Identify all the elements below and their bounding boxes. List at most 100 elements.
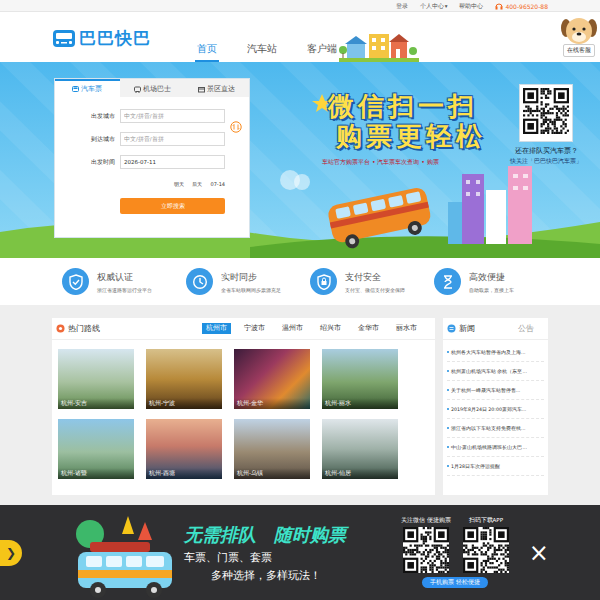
content: 热门路线杭州市宁波市温州市绍兴市金华市丽水市杭州-安吉杭州-宁波杭州-金华杭州-… bbox=[52, 305, 548, 495]
bullet bbox=[447, 351, 449, 353]
feature-text: 支付安全支付宝、微信支付安全保障 bbox=[345, 271, 405, 293]
feature-badge bbox=[310, 268, 337, 295]
online-service[interactable]: 在线客服 bbox=[560, 14, 598, 57]
route-card[interactable]: 杭州-仙居 bbox=[322, 419, 398, 479]
city-tab[interactable]: 丽水市 bbox=[392, 323, 421, 334]
airport-bus-icon bbox=[134, 86, 141, 93]
city-tab[interactable]: 绍兴市 bbox=[316, 323, 345, 334]
feature-text: 高效便捷自助取票，直接上车 bbox=[469, 271, 514, 293]
city-tabs: 杭州市宁波市温州市绍兴市金华市丽水市 bbox=[202, 323, 421, 334]
news-title[interactable]: 杭州各大汽车站暂停省内及上海... bbox=[451, 349, 525, 355]
news-title[interactable]: 2019年8月24日 20:00萧郊汽车... bbox=[451, 406, 526, 412]
bullet bbox=[447, 446, 449, 448]
news-item[interactable]: 浙江省内以下车站支持免费在线... bbox=[447, 419, 544, 438]
qr-follow: 快关注「巴巴快巴汽车票」 bbox=[510, 158, 582, 165]
news-title[interactable]: 杭州萧山机场汽车站 余杭（东至... bbox=[451, 368, 527, 374]
news-title[interactable]: 1月28日车次停运提醒 bbox=[451, 463, 500, 469]
feature-badge bbox=[62, 268, 89, 295]
news-item[interactable]: 杭州各大汽车站暂停省内及上海... bbox=[447, 343, 544, 362]
route-card[interactable]: 杭州-西塘 bbox=[146, 419, 222, 479]
wechat-qr-code-icon bbox=[403, 527, 449, 573]
top-link-label[interactable]: 登录 bbox=[396, 3, 408, 10]
search-field-input[interactable] bbox=[120, 109, 225, 123]
quick-date[interactable]: 明天 bbox=[174, 181, 184, 187]
route-caption[interactable]: 杭州-宁波 bbox=[146, 398, 222, 409]
routes-title: 热门路线 bbox=[68, 323, 100, 334]
feature-title: 权威认证 bbox=[97, 271, 152, 284]
top-link[interactable]: 帮助中心 bbox=[459, 3, 483, 10]
city-tab[interactable]: 金华市 bbox=[354, 323, 383, 334]
top-link[interactable]: 登录 bbox=[396, 3, 408, 10]
search-field-input[interactable] bbox=[120, 132, 225, 146]
logo[interactable]: 巴巴快巴 bbox=[52, 27, 151, 50]
route-caption[interactable]: 杭州-西塘 bbox=[146, 468, 222, 479]
search-tab[interactable]: 汽车票 bbox=[55, 79, 120, 97]
city-tab[interactable]: 杭州市 bbox=[202, 323, 231, 334]
news-item[interactable]: 1月28日车次停运提醒 bbox=[447, 457, 544, 476]
route-caption[interactable]: 杭州-仙居 bbox=[322, 468, 398, 479]
caret-icon[interactable]: ▾ bbox=[445, 3, 448, 9]
nav-item[interactable]: 首页 bbox=[195, 43, 219, 62]
search-tab-label[interactable]: 机场巴士 bbox=[143, 85, 171, 94]
quick-date[interactable]: 07-14 bbox=[210, 181, 225, 187]
mobile-buy-pill[interactable]: 手机购票 轻松便捷 bbox=[422, 577, 488, 588]
route-caption[interactable]: 杭州-安吉 bbox=[58, 398, 134, 409]
nav-item[interactable]: 客户端 bbox=[305, 43, 339, 62]
bus-icon bbox=[72, 86, 79, 93]
close-button[interactable]: × bbox=[529, 541, 549, 565]
top-link-label[interactable]: 个人中心 bbox=[420, 3, 444, 10]
route-caption[interactable]: 杭州-丽水 bbox=[322, 398, 398, 409]
route-card[interactable]: 杭州-诸暨 bbox=[58, 419, 134, 479]
feature-badge bbox=[434, 268, 461, 295]
route-card[interactable]: 杭州-丽水 bbox=[322, 349, 398, 409]
promo-headline: 微信扫一扫购票更轻松车站官方购票平台 • 汽车票车次查询 • 购票 bbox=[250, 78, 500, 238]
search-form: 出发城市到达城市出发时间明天后天07-14立即搜索 bbox=[55, 97, 249, 214]
search-tab-label[interactable]: 汽车票 bbox=[81, 85, 102, 94]
news-item[interactable]: 中山·萧山机场线路调班长山大巴... bbox=[447, 438, 544, 457]
route-caption[interactable]: 杭州-诸暨 bbox=[58, 468, 134, 479]
news-title[interactable]: 中山·萧山机场线路调班长山大巴... bbox=[451, 444, 527, 450]
news-item[interactable]: 2019年8月24日 20:00萧郊汽车... bbox=[447, 400, 544, 419]
search-tabs: 汽车票 机场巴士 景区直达 bbox=[55, 79, 249, 97]
search-tab[interactable]: 机场巴士 bbox=[120, 79, 185, 97]
search-tab-label[interactable]: 景区直达 bbox=[207, 85, 235, 94]
news-item[interactable]: 杭州萧山机场汽车站 余杭（东至... bbox=[447, 362, 544, 381]
city-tab[interactable]: 宁波市 bbox=[240, 323, 269, 334]
feature-badge bbox=[186, 268, 213, 295]
top-link[interactable]: 个人中心▾ bbox=[420, 3, 448, 10]
top-link-label[interactable]: 帮助中心 bbox=[459, 3, 483, 10]
city-tab[interactable]: 温州市 bbox=[278, 323, 307, 334]
logo-text[interactable]: 巴巴快巴 bbox=[79, 27, 151, 50]
wechat-qr: 关注微信 便捷购票 bbox=[401, 517, 451, 573]
search-field-input[interactable] bbox=[120, 155, 225, 169]
route-card[interactable]: 杭州-金华 bbox=[234, 349, 310, 409]
swap-icon[interactable] bbox=[230, 121, 242, 133]
news-title[interactable]: 关于杭州—峰晟汽车站暂停售... bbox=[451, 387, 520, 393]
news-list: 杭州各大汽车站暂停省内及上海... 杭州萧山机场汽车站 余杭（东至... 关于杭州—… bbox=[443, 340, 548, 479]
banner: 汽车票机场巴士景区直达出发城市到达城市出发时间明天后天07-14立即搜索微信扫一… bbox=[0, 62, 600, 258]
route-caption[interactable]: 杭州-金华 bbox=[234, 398, 310, 409]
promo-headline-line: 购票更轻松 bbox=[336, 122, 500, 152]
route-card[interactable]: 杭州-安吉 bbox=[58, 349, 134, 409]
news-item[interactable]: 关于杭州—峰晟汽车站暂停售... bbox=[447, 381, 544, 400]
news-tab[interactable]: 公告 bbox=[518, 324, 534, 334]
hotline: 400-96520-88 bbox=[495, 2, 548, 10]
main-nav: 首页 汽车站 客户端 bbox=[195, 43, 339, 62]
bullet bbox=[447, 465, 449, 467]
popup-text: 无需排队随时购票车票、门票、套票多种选择，多样玩法！ bbox=[184, 523, 379, 583]
feature-title: 实时同步 bbox=[221, 271, 281, 284]
route-card[interactable]: 杭州-宁波 bbox=[146, 349, 222, 409]
quick-date[interactable]: 后天 bbox=[192, 181, 202, 187]
news-title[interactable]: 浙江省内以下车站支持免费在线... bbox=[451, 425, 525, 431]
news-icon bbox=[447, 324, 456, 333]
collapse-toggle[interactable]: ❯ bbox=[0, 540, 22, 566]
nav-item[interactable]: 汽车站 bbox=[245, 43, 279, 62]
search-tab[interactable]: 景区直达 bbox=[184, 79, 249, 97]
route-caption[interactable]: 杭州-乌镇 bbox=[234, 468, 310, 479]
search-field: 出发城市 bbox=[85, 109, 249, 123]
search-button[interactable]: 立即搜索 bbox=[120, 198, 225, 214]
news-tab[interactable]: 新闻 bbox=[459, 324, 475, 334]
route-card[interactable]: 杭州-乌镇 bbox=[234, 419, 310, 479]
service-label[interactable]: 在线客服 bbox=[563, 44, 595, 57]
feature-desc: 全省车站联网同步票源充足 bbox=[221, 287, 281, 293]
